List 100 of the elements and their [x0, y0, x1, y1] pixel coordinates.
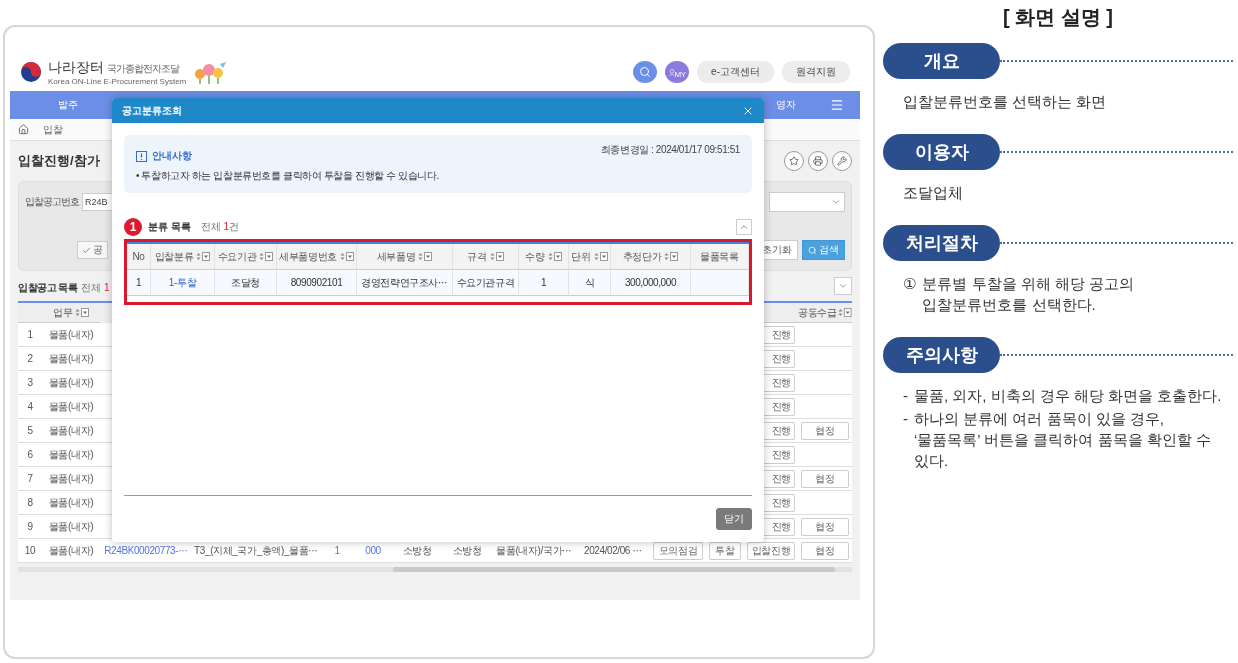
- table-cell: 물품(내자): [42, 515, 100, 539]
- agreement-button[interactable]: 협정: [801, 517, 849, 536]
- table-cell: 물품(내자): [42, 323, 100, 347]
- table-cell: 조달청: [215, 270, 277, 296]
- updated-date: 최종변경일 : 2024/01/17 09:51:51: [600, 143, 740, 157]
- table-cell: 2: [18, 347, 42, 371]
- table-cell: 물품(내자): [42, 347, 100, 371]
- sort-filter-icon[interactable]: [547, 252, 562, 261]
- table-cell: 수요기관규격: [453, 270, 519, 296]
- table-cell: 경영전략연구조사⋯: [357, 270, 453, 296]
- notice-title: 안내사항: [152, 149, 192, 163]
- print-button[interactable]: [808, 151, 828, 171]
- table-cell: 1: [18, 323, 42, 347]
- settings-button[interactable]: [832, 151, 852, 171]
- sort-filter-icon[interactable]: [259, 252, 274, 261]
- field-label: 입찰공고번호: [25, 195, 79, 209]
- table-cell: 물품(내자): [42, 491, 100, 515]
- dropdown-field[interactable]: [769, 192, 845, 212]
- column-header[interactable]: 세부품명번호: [277, 244, 357, 270]
- sort-filter-icon[interactable]: [418, 252, 433, 261]
- column-header: No: [127, 244, 151, 270]
- table-cell: 1: [127, 270, 151, 296]
- favorite-button[interactable]: [784, 151, 804, 171]
- list-marker: -: [903, 409, 908, 429]
- search-icon: [808, 245, 817, 255]
- header-button[interactable]: 원격지원: [782, 61, 850, 83]
- emblem-icon: [20, 61, 42, 83]
- page-title: 입찰진행/참가: [18, 152, 100, 170]
- sort-filter-icon[interactable]: [196, 252, 211, 261]
- annotation-badge: 1: [124, 218, 142, 236]
- column-header[interactable]: 추정단가: [611, 244, 691, 270]
- count-label: 전체 1: [81, 282, 110, 293]
- sort-filter-icon[interactable]: [664, 252, 679, 261]
- description-text: 하나의 분류에 여러 품목이 있을 경우, ‘물품목록’ 버튼을 클릭하여 품목을 확인할 수 있다.: [914, 409, 1212, 471]
- table-cell: 7: [18, 467, 42, 491]
- panel-title: [ 화면 설명 ]: [1002, 5, 1114, 30]
- dropdown-field[interactable]: [834, 277, 852, 295]
- agreement-button[interactable]: 협정: [801, 421, 849, 440]
- header-button[interactable]: e-고객센터: [697, 61, 774, 83]
- chevron-up-icon: [739, 222, 749, 232]
- chevron-down-icon: [831, 197, 841, 207]
- section-label: 주의사항: [883, 337, 1000, 373]
- column-header[interactable]: 단위: [569, 244, 611, 270]
- column-header[interactable]: 입찰분류: [151, 244, 215, 270]
- column-header[interactable]: 세부품명: [357, 244, 453, 270]
- info-icon: [136, 150, 147, 162]
- count-label: 전체 1건: [200, 220, 240, 234]
- table-cell: 물품(내자): [42, 371, 100, 395]
- sort-filter-icon[interactable]: [74, 308, 89, 317]
- check-button[interactable]: 공: [77, 241, 108, 259]
- check-icon: [82, 245, 91, 255]
- column-header[interactable]: 규격: [453, 244, 519, 270]
- home-icon[interactable]: [18, 124, 29, 135]
- notice-text: • 투찰하고자 하는 입찰분류번호를 클릭하여 투찰을 진행할 수 있습니다.: [136, 169, 440, 183]
- agreement-button[interactable]: 협정: [801, 469, 849, 488]
- description-text: 입찰분류번호를 선택하는 화면: [903, 92, 1107, 112]
- section-label: 개요: [883, 43, 1000, 79]
- column-header[interactable]: 수요기관: [215, 244, 277, 270]
- description-text: 조달업체: [903, 183, 963, 203]
- description-text: 물품, 외자, 비축의 경우 해당 화면을 호출한다.: [914, 386, 1222, 406]
- agreement-button[interactable]: 협정: [801, 541, 849, 560]
- table-cell: 9: [18, 515, 42, 539]
- table-cell: 물품(내자): [42, 443, 100, 467]
- link[interactable]: 1-투찰: [151, 270, 215, 296]
- sort-filter-icon[interactable]: [838, 308, 852, 317]
- flower-drawing: [192, 60, 229, 84]
- sort-filter-icon[interactable]: [339, 252, 354, 261]
- column-header[interactable]: 공동수급: [798, 303, 852, 323]
- column-header[interactable]: 업무: [42, 303, 100, 323]
- progress-button[interactable]: 입찰진행: [747, 541, 795, 560]
- table-cell: 물품(내자): [42, 467, 100, 491]
- chevron-down-icon: [838, 281, 848, 291]
- list-title: 입찰공고 목록: [18, 282, 78, 293]
- sort-filter-icon[interactable]: [593, 252, 608, 261]
- user-menu-button[interactable]: MY: [665, 61, 690, 83]
- close-button[interactable]: 닫기: [716, 508, 752, 530]
- description-text: 분류별 투찰을 위해 해당 공고의 입찰분류번호를 선택한다.: [922, 274, 1136, 315]
- table-cell: 8090902101: [277, 270, 357, 296]
- table-cell: 3: [18, 371, 42, 395]
- wrench-icon: [837, 156, 847, 166]
- table-cell: 물품(내자): [42, 539, 100, 563]
- table-cell: 10: [18, 539, 42, 563]
- list-marker: ①: [903, 274, 917, 294]
- table-cell: 물품(내자): [42, 419, 100, 443]
- dialog-title: 공고분류조회: [122, 103, 182, 118]
- logo-english-text: Korea ON-Line E-Procurement System: [48, 76, 187, 86]
- printer-icon: [813, 156, 823, 166]
- breadcrumb-item[interactable]: 입찰: [43, 122, 63, 137]
- table-cell: 1: [519, 270, 569, 296]
- logo-subtitle: 국가종합전자조달: [107, 61, 179, 76]
- table-cell: 4: [18, 395, 42, 419]
- sort-filter-icon[interactable]: [489, 252, 504, 261]
- search-icon: [639, 66, 652, 78]
- table-cell: 물품(내자): [42, 395, 100, 419]
- list-marker: -: [903, 386, 908, 406]
- table-cell: 8: [18, 491, 42, 515]
- column-header[interactable]: 수량: [519, 244, 569, 270]
- list-title: 분류 목록: [148, 220, 191, 234]
- search-button[interactable]: [633, 61, 658, 83]
- menu-icon[interactable]: [830, 98, 844, 112]
